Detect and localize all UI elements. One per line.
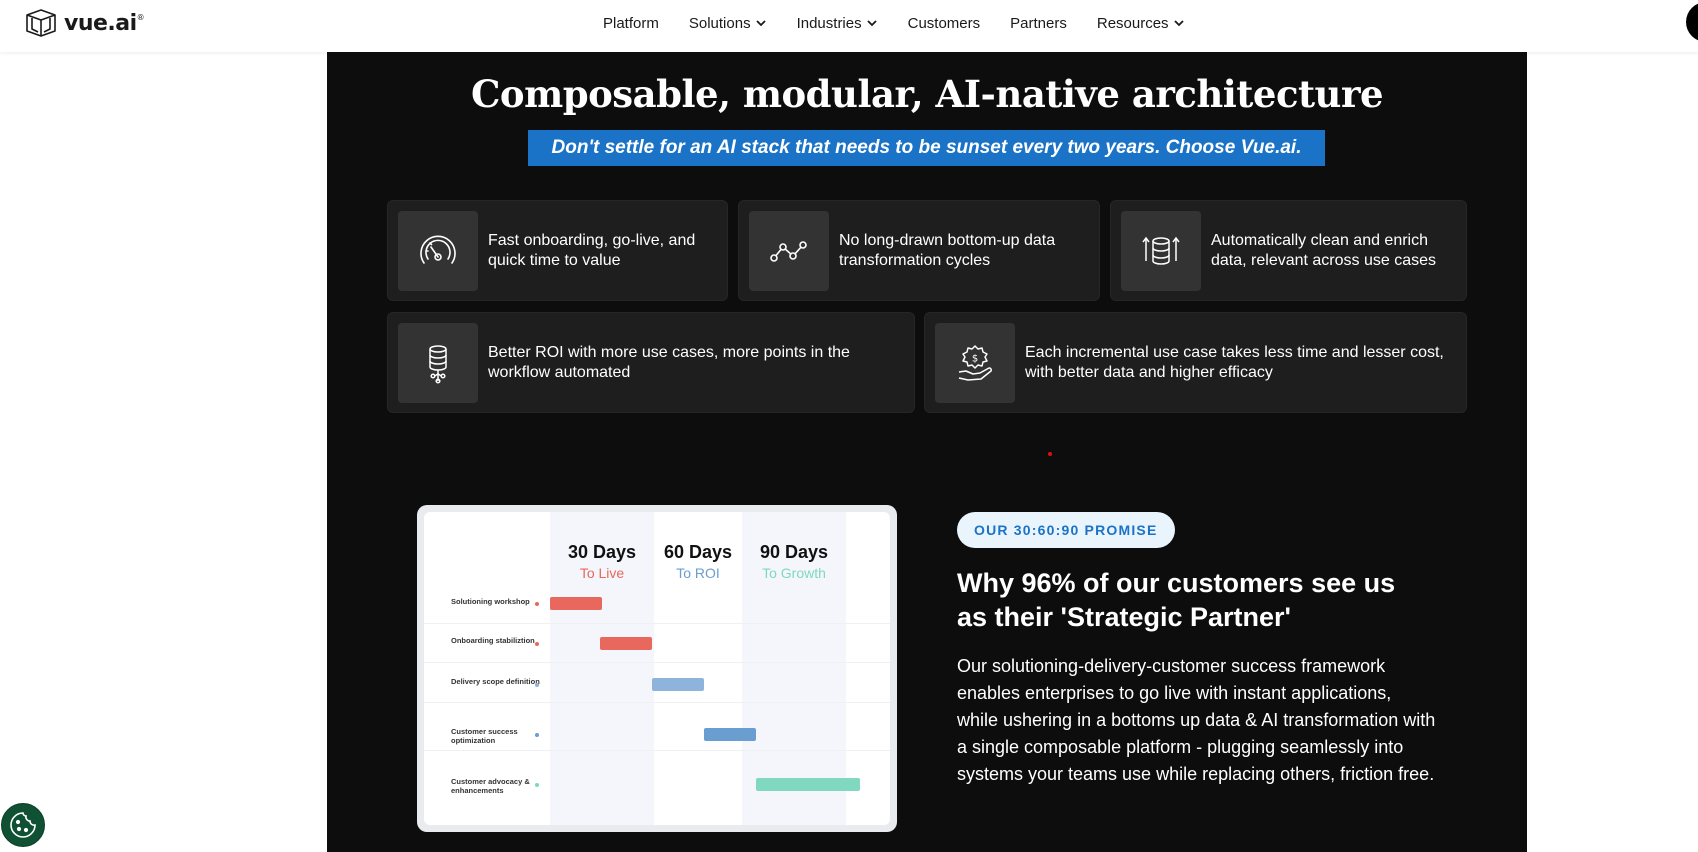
feature-card: Fast onboarding, go-live, and quick time…: [387, 200, 728, 301]
timeline-bar: [704, 728, 756, 741]
tagline-text: Don't settle for an AI stack that needs …: [551, 137, 1302, 158]
row-label: Solutioning workshop: [451, 597, 530, 606]
row-dot: [535, 733, 539, 737]
money-hand-icon: $: [935, 322, 1015, 403]
row-divider: [424, 702, 890, 703]
promise-chart-frame: 30 Days To Live 60 Days To ROI 90 Days T…: [417, 505, 897, 832]
row-divider: [424, 750, 890, 751]
feature-card: Automatically clean and enrich data, rel…: [1110, 200, 1467, 301]
column-header-90: 90 Days To Growth: [742, 542, 846, 581]
nav-resources[interactable]: Resources: [1097, 15, 1185, 32]
column-header-30: 30 Days To Live: [550, 542, 654, 581]
timeline-bar: [652, 678, 704, 691]
chevron-down-icon: [866, 20, 877, 27]
nav-platform[interactable]: Platform: [603, 15, 659, 32]
vue-ai-logo[interactable]: vue.ai®: [24, 8, 145, 38]
speedometer-icon: [398, 210, 478, 291]
row-label: Customer advocacy & enhancements: [451, 777, 530, 795]
cookie-icon: [10, 812, 36, 838]
nav-partners[interactable]: Partners: [1010, 15, 1067, 32]
header-cta-button[interactable]: [1686, 2, 1698, 42]
row-dot: [535, 642, 539, 646]
line-graph-icon: [749, 210, 829, 291]
promise-heading: Why 96% of our customers see us as their…: [957, 568, 1396, 632]
column-sub: To ROI: [676, 565, 720, 581]
column-days: 60 Days: [663, 542, 733, 562]
row-label: Onboarding stabiliztion: [451, 636, 535, 645]
row-label: Delivery scope definition: [451, 677, 540, 686]
feature-text: Better ROI with more use cases, more poi…: [488, 343, 850, 381]
column-sub: To Growth: [762, 565, 826, 581]
architecture-section: Composable, modular, AI-native architect…: [327, 52, 1527, 852]
cookie-settings-button[interactable]: [1, 803, 45, 847]
top-navigation-bar: vue.ai® Platform Solutions Industries Cu…: [0, 0, 1698, 52]
column-days: 90 Days: [759, 542, 829, 562]
nav-solutions[interactable]: Solutions: [689, 15, 767, 32]
nav-industries[interactable]: Industries: [797, 15, 878, 32]
feature-text: No long-drawn bottom-up data transformat…: [839, 231, 1056, 269]
row-dot: [535, 683, 539, 687]
feature-text: Fast onboarding, go-live, and quick time…: [488, 231, 696, 269]
feature-text: Each incremental use case takes less tim…: [1025, 343, 1444, 381]
column-sub: To Live: [579, 565, 625, 581]
page: vue.ai® Platform Solutions Industries Cu…: [0, 0, 1698, 852]
logo-text: vue.ai®: [64, 10, 145, 36]
column-header-60: 60 Days To ROI: [646, 542, 750, 581]
feature-card: Better ROI with more use cases, more poi…: [387, 312, 915, 413]
svg-text:$: $: [972, 353, 978, 364]
promise-badge-text: OUR 30:60:90 PROMISE: [974, 522, 1158, 538]
timeline-bar: [756, 778, 860, 791]
main-nav: Platform Solutions Industries Customers …: [603, 0, 1185, 46]
data-enrich-icon: [1121, 210, 1201, 291]
row-dot: [535, 602, 539, 606]
column-days: 30 Days: [567, 542, 637, 562]
database-workflow-icon: [398, 322, 478, 403]
promise-body: Our solutioning-delivery-customer succes…: [957, 656, 1436, 784]
promise-badge: OUR 30:60:90 PROMISE: [957, 512, 1175, 548]
vue-ai-logo-mark-icon: [26, 9, 56, 37]
feature-text: Automatically clean and enrich data, rel…: [1211, 231, 1437, 269]
chevron-down-icon: [755, 20, 766, 27]
row-divider: [424, 623, 890, 624]
row-dot: [535, 783, 539, 787]
feature-card: No long-drawn bottom-up data transformat…: [738, 200, 1100, 301]
timeline-bar: [550, 597, 602, 610]
promise-chart: 30 Days To Live 60 Days To ROI 90 Days T…: [424, 512, 890, 825]
row-divider: [424, 662, 890, 663]
timeline-bar: [600, 637, 652, 650]
carousel-indicator-dot[interactable]: [1048, 452, 1052, 456]
tagline-banner: Don't settle for an AI stack that needs …: [528, 130, 1325, 166]
chevron-down-icon: [1173, 20, 1184, 27]
section-title: Composable, modular, AI-native architect…: [470, 72, 1384, 116]
feature-card: $ Each incremental use case takes less t…: [924, 312, 1467, 413]
nav-customers[interactable]: Customers: [908, 15, 981, 32]
row-label: Customer success optimization: [451, 727, 518, 745]
